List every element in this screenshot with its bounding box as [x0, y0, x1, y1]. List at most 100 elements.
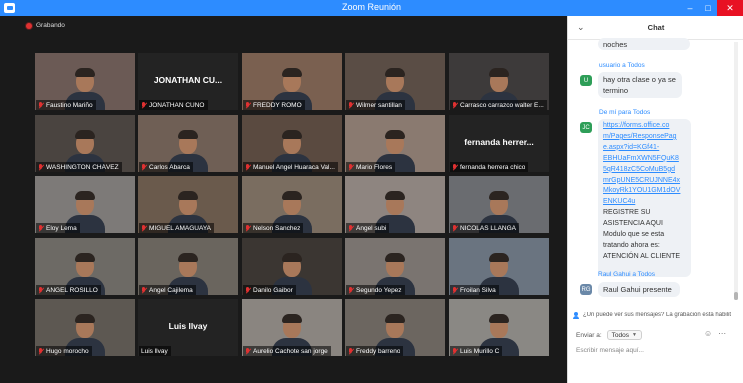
- participant-tile[interactable]: Hugo morocho: [35, 299, 135, 356]
- chat-sender: De mí para Todos: [599, 109, 650, 116]
- person-icon: [573, 311, 580, 319]
- muted-mic-icon: [452, 224, 458, 232]
- participant-name: Eloy Lema: [46, 224, 77, 232]
- participant-name-label: Luis llvay: [139, 346, 171, 356]
- window-title: Zoom Reunión: [341, 2, 402, 12]
- participant-name: Angel Cajilema: [149, 286, 193, 294]
- avatar: RG: [580, 284, 592, 295]
- minimize-button[interactable]: –: [681, 0, 699, 16]
- attendance-link[interactable]: m/Pages/ResponsePag: [603, 132, 686, 143]
- emoji-icon[interactable]: ☺: [704, 329, 712, 338]
- chat-message-input[interactable]: [576, 344, 736, 356]
- muted-mic-icon: [38, 101, 44, 109]
- attendance-link[interactable]: ENKUC4u: [603, 197, 686, 208]
- recording-notice[interactable]: ¿Un puede ver sus mensajes? La grabación…: [573, 310, 743, 320]
- participant-name: Danilo Gaibor: [253, 286, 293, 294]
- attendance-link[interactable]: MkoyRk1YOU1GM1dOV: [603, 186, 686, 197]
- chat-recipient[interactable]: Todos: [633, 109, 650, 116]
- maximize-button[interactable]: □: [699, 0, 717, 16]
- participant-tile[interactable]: Danilo Gaibor: [242, 238, 342, 295]
- participant-name-label: Wilmer santillan: [346, 100, 405, 110]
- participant-name: Froilan Silva: [460, 286, 496, 294]
- participant-tile[interactable]: Angel Cajilema: [138, 238, 238, 295]
- participant-tile[interactable]: Freddy barreno: [345, 299, 445, 356]
- participant-name-label: Mario Flores: [346, 162, 396, 172]
- muted-mic-icon: [245, 286, 251, 294]
- chat-recipient[interactable]: Todos: [627, 62, 644, 69]
- chat-message-bubble: hay otra clase o ya se termino: [598, 72, 682, 98]
- participant-tile[interactable]: Mario Flores: [345, 115, 445, 172]
- chat-scrollbar[interactable]: [734, 42, 738, 300]
- participant-tile[interactable]: Nelson Sanchez: [242, 176, 342, 233]
- participant-tile[interactable]: Carlos Abarca: [138, 115, 238, 172]
- participant-tile[interactable]: Aurelio Cachote san jorge: [242, 299, 342, 356]
- participant-tile[interactable]: Carrasco carrazco walter E...: [449, 53, 549, 110]
- participant-name: WASHINGTON CHÁVEZ: [46, 163, 119, 171]
- participant-tile[interactable]: fernanda herrer... fernanda herrera chico: [449, 115, 549, 172]
- attendance-link[interactable]: e.aspx?id=KGf41-: [603, 143, 686, 154]
- attendance-link[interactable]: https://forms.office.co: [603, 121, 686, 132]
- participant-tile[interactable]: Segundo Yepez: [345, 238, 445, 295]
- participant-name-label: fernanda herrera chico: [450, 162, 529, 172]
- more-options-icon[interactable]: ⋯: [718, 329, 726, 338]
- send-to-dropdown[interactable]: Todos ▼: [606, 330, 642, 340]
- participant-name: Nelson Sanchez: [253, 224, 301, 232]
- participant-name: Manuel Angel Huaraca Val...: [253, 163, 335, 171]
- participant-name-label: FREDDY ROMO: [243, 100, 305, 110]
- participant-tile[interactable]: JONATHAN CU... JONATHAN CUNO: [138, 53, 238, 110]
- participant-name: FREDDY ROMO: [253, 101, 302, 109]
- participant-tile[interactable]: Froilan Silva: [449, 238, 549, 295]
- participant-tile[interactable]: Eloy Lema: [35, 176, 135, 233]
- chat-message-line: Modulo que se esta: [603, 231, 665, 239]
- participant-tile[interactable]: Luis llvay Luis llvay: [138, 299, 238, 356]
- participant-tile[interactable]: Luis Murillo C: [449, 299, 549, 356]
- participant-name-label: MIGUEL AMAGUAYA: [139, 223, 215, 233]
- chat-message-bubble: noches: [598, 38, 690, 50]
- participant-tile[interactable]: Wilmer santillan: [345, 53, 445, 110]
- participant-tile[interactable]: FREDDY ROMO: [242, 53, 342, 110]
- muted-mic-icon: [452, 163, 458, 171]
- participant-name: MIGUEL AMAGUAYA: [149, 224, 212, 232]
- participant-name: Segundo Yepez: [356, 286, 402, 294]
- attendance-link[interactable]: 5qR418zC5CoMuB5gd: [603, 165, 686, 176]
- participant-name-label: Freddy barreno: [346, 346, 404, 356]
- chat-message-line: REGISTRE SU: [603, 209, 651, 217]
- meeting-area: Grabando Faustino Mariño JONATHAN CU... JO…: [0, 16, 567, 383]
- participant-tile[interactable]: Manuel Angel Huaraca Val...: [242, 115, 342, 172]
- participant-name-label: ANGEL ROSILLO: [36, 285, 101, 295]
- muted-mic-icon: [348, 163, 354, 171]
- participant-name: Hugo morocho: [46, 347, 89, 355]
- participant-tile[interactable]: Faustino Mariño: [35, 53, 135, 110]
- participant-name: NICOLAS LLANGA: [460, 224, 516, 232]
- muted-mic-icon: [38, 224, 44, 232]
- muted-mic-icon: [38, 163, 44, 171]
- chat-sender: Raul Gahui a Todos: [598, 271, 655, 278]
- chat-sender: usuario a Todos: [599, 62, 645, 69]
- recording-notice-text: ¿Un puede ver sus mensajes? La grabación…: [583, 312, 732, 318]
- muted-mic-icon: [452, 286, 458, 294]
- participant-name-label: Danilo Gaibor: [243, 285, 296, 295]
- zoom-window: Zoom Reunión – □ ✕ Grabando Faustino Mar…: [0, 0, 743, 383]
- participant-tile[interactable]: NICOLAS LLANGA: [449, 176, 549, 233]
- attendance-link[interactable]: mrGpUNE5CRUJNNE4x: [603, 176, 686, 187]
- chat-recipient[interactable]: Todos: [638, 271, 655, 278]
- muted-mic-icon: [141, 101, 147, 109]
- participant-tile[interactable]: ANGEL ROSILLO: [35, 238, 135, 295]
- participant-tile[interactable]: Ángel subi: [345, 176, 445, 233]
- chat-sender-name: usuario a: [599, 62, 628, 69]
- attendance-link[interactable]: EBHUaFmXWN5FQuK8: [603, 154, 686, 165]
- chat-message-line: ASISTENCIA AQUI: [603, 220, 663, 228]
- muted-mic-icon: [452, 101, 458, 109]
- participant-name-label: Froilan Silva: [450, 285, 499, 295]
- participant-name: Carlos Abarca: [149, 163, 190, 171]
- chat-scrollbar-thumb[interactable]: [734, 292, 738, 300]
- close-button[interactable]: ✕: [717, 0, 743, 16]
- participant-tile[interactable]: WASHINGTON CHÁVEZ: [35, 115, 135, 172]
- participant-name-label: NICOLAS LLANGA: [450, 223, 519, 233]
- chat-sender-name: De mí para: [599, 109, 633, 116]
- participant-tile[interactable]: MIGUEL AMAGUAYA: [138, 176, 238, 233]
- muted-mic-icon: [348, 286, 354, 294]
- muted-mic-icon: [245, 163, 251, 171]
- recording-dot-icon: [26, 22, 32, 29]
- participant-name: fernanda herrera chico: [460, 163, 526, 171]
